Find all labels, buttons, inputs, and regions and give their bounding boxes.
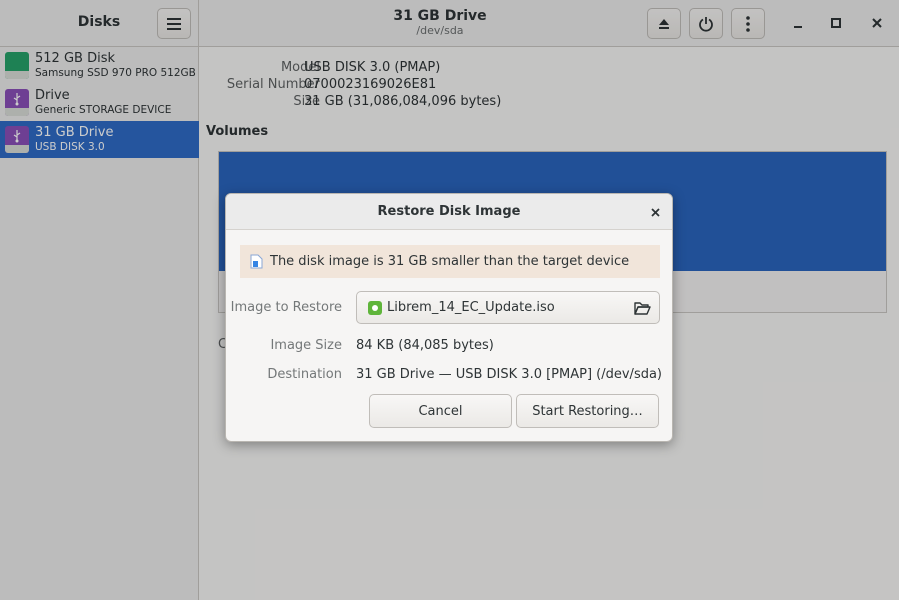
image-to-restore-label: Image to Restore [230, 300, 342, 315]
dialog-close-button[interactable] [646, 203, 664, 221]
folder-open-icon [634, 302, 651, 315]
image-size-value: 84 KB (84,085 bytes) [356, 338, 494, 353]
iso-file-icon [368, 301, 382, 315]
dialog-header: Restore Disk Image [226, 194, 672, 230]
close-icon [650, 207, 660, 217]
info-message: The disk image is 31 GB smaller than the… [270, 254, 630, 269]
document-info-icon [250, 254, 263, 269]
destination-value: 31 GB Drive — USB DISK 3.0 [PMAP] (/dev/… [356, 367, 663, 382]
start-restoring-button[interactable]: Start Restoring… [516, 394, 659, 428]
image-file-name: Librem_14_EC_Update.iso [387, 300, 555, 315]
cancel-button[interactable]: Cancel [369, 394, 512, 428]
image-file-chooser[interactable]: Librem_14_EC_Update.iso [356, 291, 660, 324]
image-size-label: Image Size [270, 338, 342, 353]
info-bar: The disk image is 31 GB smaller than the… [240, 245, 660, 278]
destination-label: Destination [267, 367, 342, 382]
restore-disk-image-dialog: Restore Disk Image The disk image is 31 … [225, 193, 673, 442]
dialog-title: Restore Disk Image [377, 204, 521, 219]
